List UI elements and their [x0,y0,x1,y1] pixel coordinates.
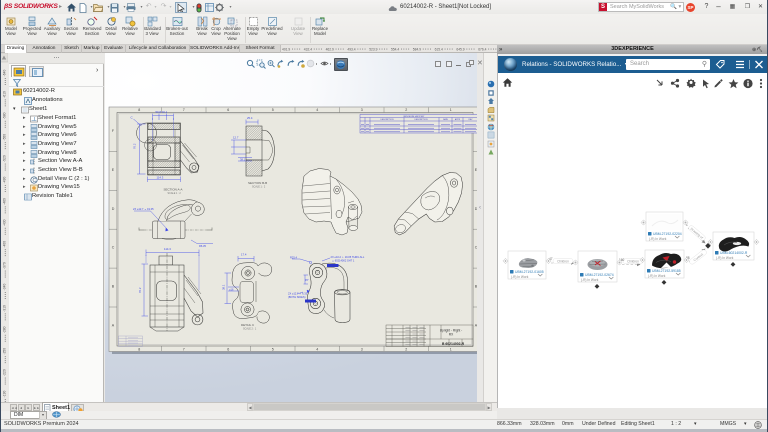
svg-text:-250: -250 [3,348,7,355]
svg-text:2X ⌀10.2 ⊥ 19.05 THRU ALL: 2X ⌀10.2 ⊥ 19.05 THRU ALL [331,255,365,259]
svg-text:(BOTH SIDES): (BOTH SIDES) [288,295,306,299]
svg-text:76.2: 76.2 [133,143,137,149]
svg-text:1: 1 [450,108,452,112]
svg-text:R25.4: R25.4 [290,255,297,259]
svg-text:2: 2 [405,347,407,351]
svg-text:D: D [112,207,115,211]
svg-text:UBM-27192-02674: UBM-27192-02674 [585,273,614,277]
svg-text:E: E [475,168,477,172]
svg-text:3: 3 [361,347,363,351]
svg-text:4: 4 [316,108,318,112]
svg-text:45°: 45° [305,279,309,282]
svg-text:-550: -550 [3,134,7,141]
svg-text:B: B [475,285,477,289]
svg-text:7: 7 [183,108,185,112]
svg-text:DESCRIPTION: DESCRIPTION [381,119,395,121]
svg-text:SECTION A-A: SECTION A-A [164,188,183,192]
svg-text:38.1: 38.1 [222,284,226,290]
svg-text:584.9: 584.9 [413,48,421,52]
svg-text:645.9: 645.9 [456,48,464,52]
svg-text:4: 4 [316,347,318,351]
svg-text:-190: -190 [3,391,7,398]
svg-text:-340: -340 [3,284,7,291]
svg-text:523.9: 523.9 [369,48,377,52]
svg-text:DATE: DATE [443,118,449,121]
svg-text:12.7: 12.7 [233,136,239,140]
svg-text:432.4: 432.4 [304,48,312,52]
svg-text:(-R) In Work: (-R) In Work [511,275,529,279]
svg-text:C: C [475,246,477,250]
svg-text:38.1: 38.1 [240,157,246,161]
svg-text:Context: Context [693,252,704,262]
svg-text:7: 7 [183,347,185,351]
svg-text:UBM-60214002-R: UBM-60214002-R [720,251,748,255]
svg-text:Drawing of: Drawing of [690,227,704,240]
svg-text:676.4: 676.4 [478,48,486,52]
svg-text:615.4: 615.4 [435,48,443,52]
svg-text:D: D [475,207,477,211]
svg-text:-280: -280 [3,326,7,333]
svg-text:(-R) In Work: (-R) In Work [648,274,666,278]
svg-text:SCALE 1 : 2: SCALE 1 : 2 [252,186,266,189]
svg-text:493.4: 493.4 [347,48,355,52]
svg-text:3: 3 [361,108,363,112]
svg-text:Children: Children [627,259,639,263]
svg-text:UBM-27192-01605: UBM-27192-01605 [515,270,544,274]
svg-text:2X ⌀12.7 ⌅ 19.05: 2X ⌀12.7 ⌅ 19.05 [133,207,154,211]
svg-text:1: 1 [450,347,452,351]
svg-text:(-R) In Work: (-R) In Work [581,278,599,282]
svg-text:SCALE 2 : 1: SCALE 2 : 1 [243,328,257,331]
svg-text:SCALE 1 : 2: SCALE 1 : 2 [168,192,182,195]
svg-text:Children: Children [557,259,569,263]
svg-text:REVISION HISTORY: REVISION HISTORY [404,116,425,118]
svg-text:APPR: APPR [455,118,461,121]
svg-text:114.3: 114.3 [164,247,171,251]
svg-text:-640: -640 [3,70,7,77]
svg-text:-220: -220 [3,369,7,376]
svg-text:-490: -490 [3,177,7,184]
svg-text:6: 6 [227,347,229,351]
svg-text:50.8 ±0.1: 50.8 ±0.1 [156,110,168,114]
svg-text:SECTION B-B: SECTION B-B [248,181,267,185]
svg-text:B 60214002-R: B 60214002-R [442,342,465,346]
svg-text:25.4: 25.4 [247,116,253,120]
svg-text:8: 8 [138,108,140,112]
svg-text:UBM-27192-59185: UBM-27192-59185 [652,269,681,273]
svg-text:DETAIL C: DETAIL C [241,323,255,327]
svg-text:76.2: 76.2 [138,287,142,293]
svg-text:-430: -430 [3,219,7,226]
svg-text:17.4: 17.4 [241,253,247,257]
svg-text:C: C [112,246,115,250]
svg-text:-400: -400 [3,241,7,248]
svg-text:⌀16: ⌀16 [229,287,234,291]
svg-text:114.3: 114.3 [157,176,164,180]
svg-text:401.9: 401.9 [282,48,290,52]
svg-text:A: A [475,324,477,328]
svg-text:462.9: 462.9 [326,48,334,52]
svg-text:-610: -610 [3,91,7,98]
svg-text:5: 5 [272,108,274,112]
svg-text:-460: -460 [3,198,7,205]
svg-text:(-R) In Work: (-R) In Work [649,237,667,241]
svg-text:DESCRIPTION: DESCRIPTION [415,119,429,121]
svg-text:-370: -370 [3,262,7,269]
svg-text:R6.35: R6.35 [199,244,206,248]
svg-text:5: 5 [272,347,274,351]
svg-text:2: 2 [405,108,407,112]
svg-text:UBM-27192-02204: UBM-27192-02204 [653,232,682,236]
svg-text:(-R) In Work: (-R) In Work [716,256,734,260]
svg-text:-310: -310 [3,305,7,312]
svg-text:-520: -520 [3,155,7,162]
svg-text:△ 60214002 SHT 1: △ 60214002 SHT 1 [332,258,355,262]
svg-text:6: 6 [227,108,229,112]
svg-text:-580: -580 [3,112,7,119]
svg-text:554.4: 554.4 [391,48,399,52]
svg-text:8: 8 [138,347,140,351]
